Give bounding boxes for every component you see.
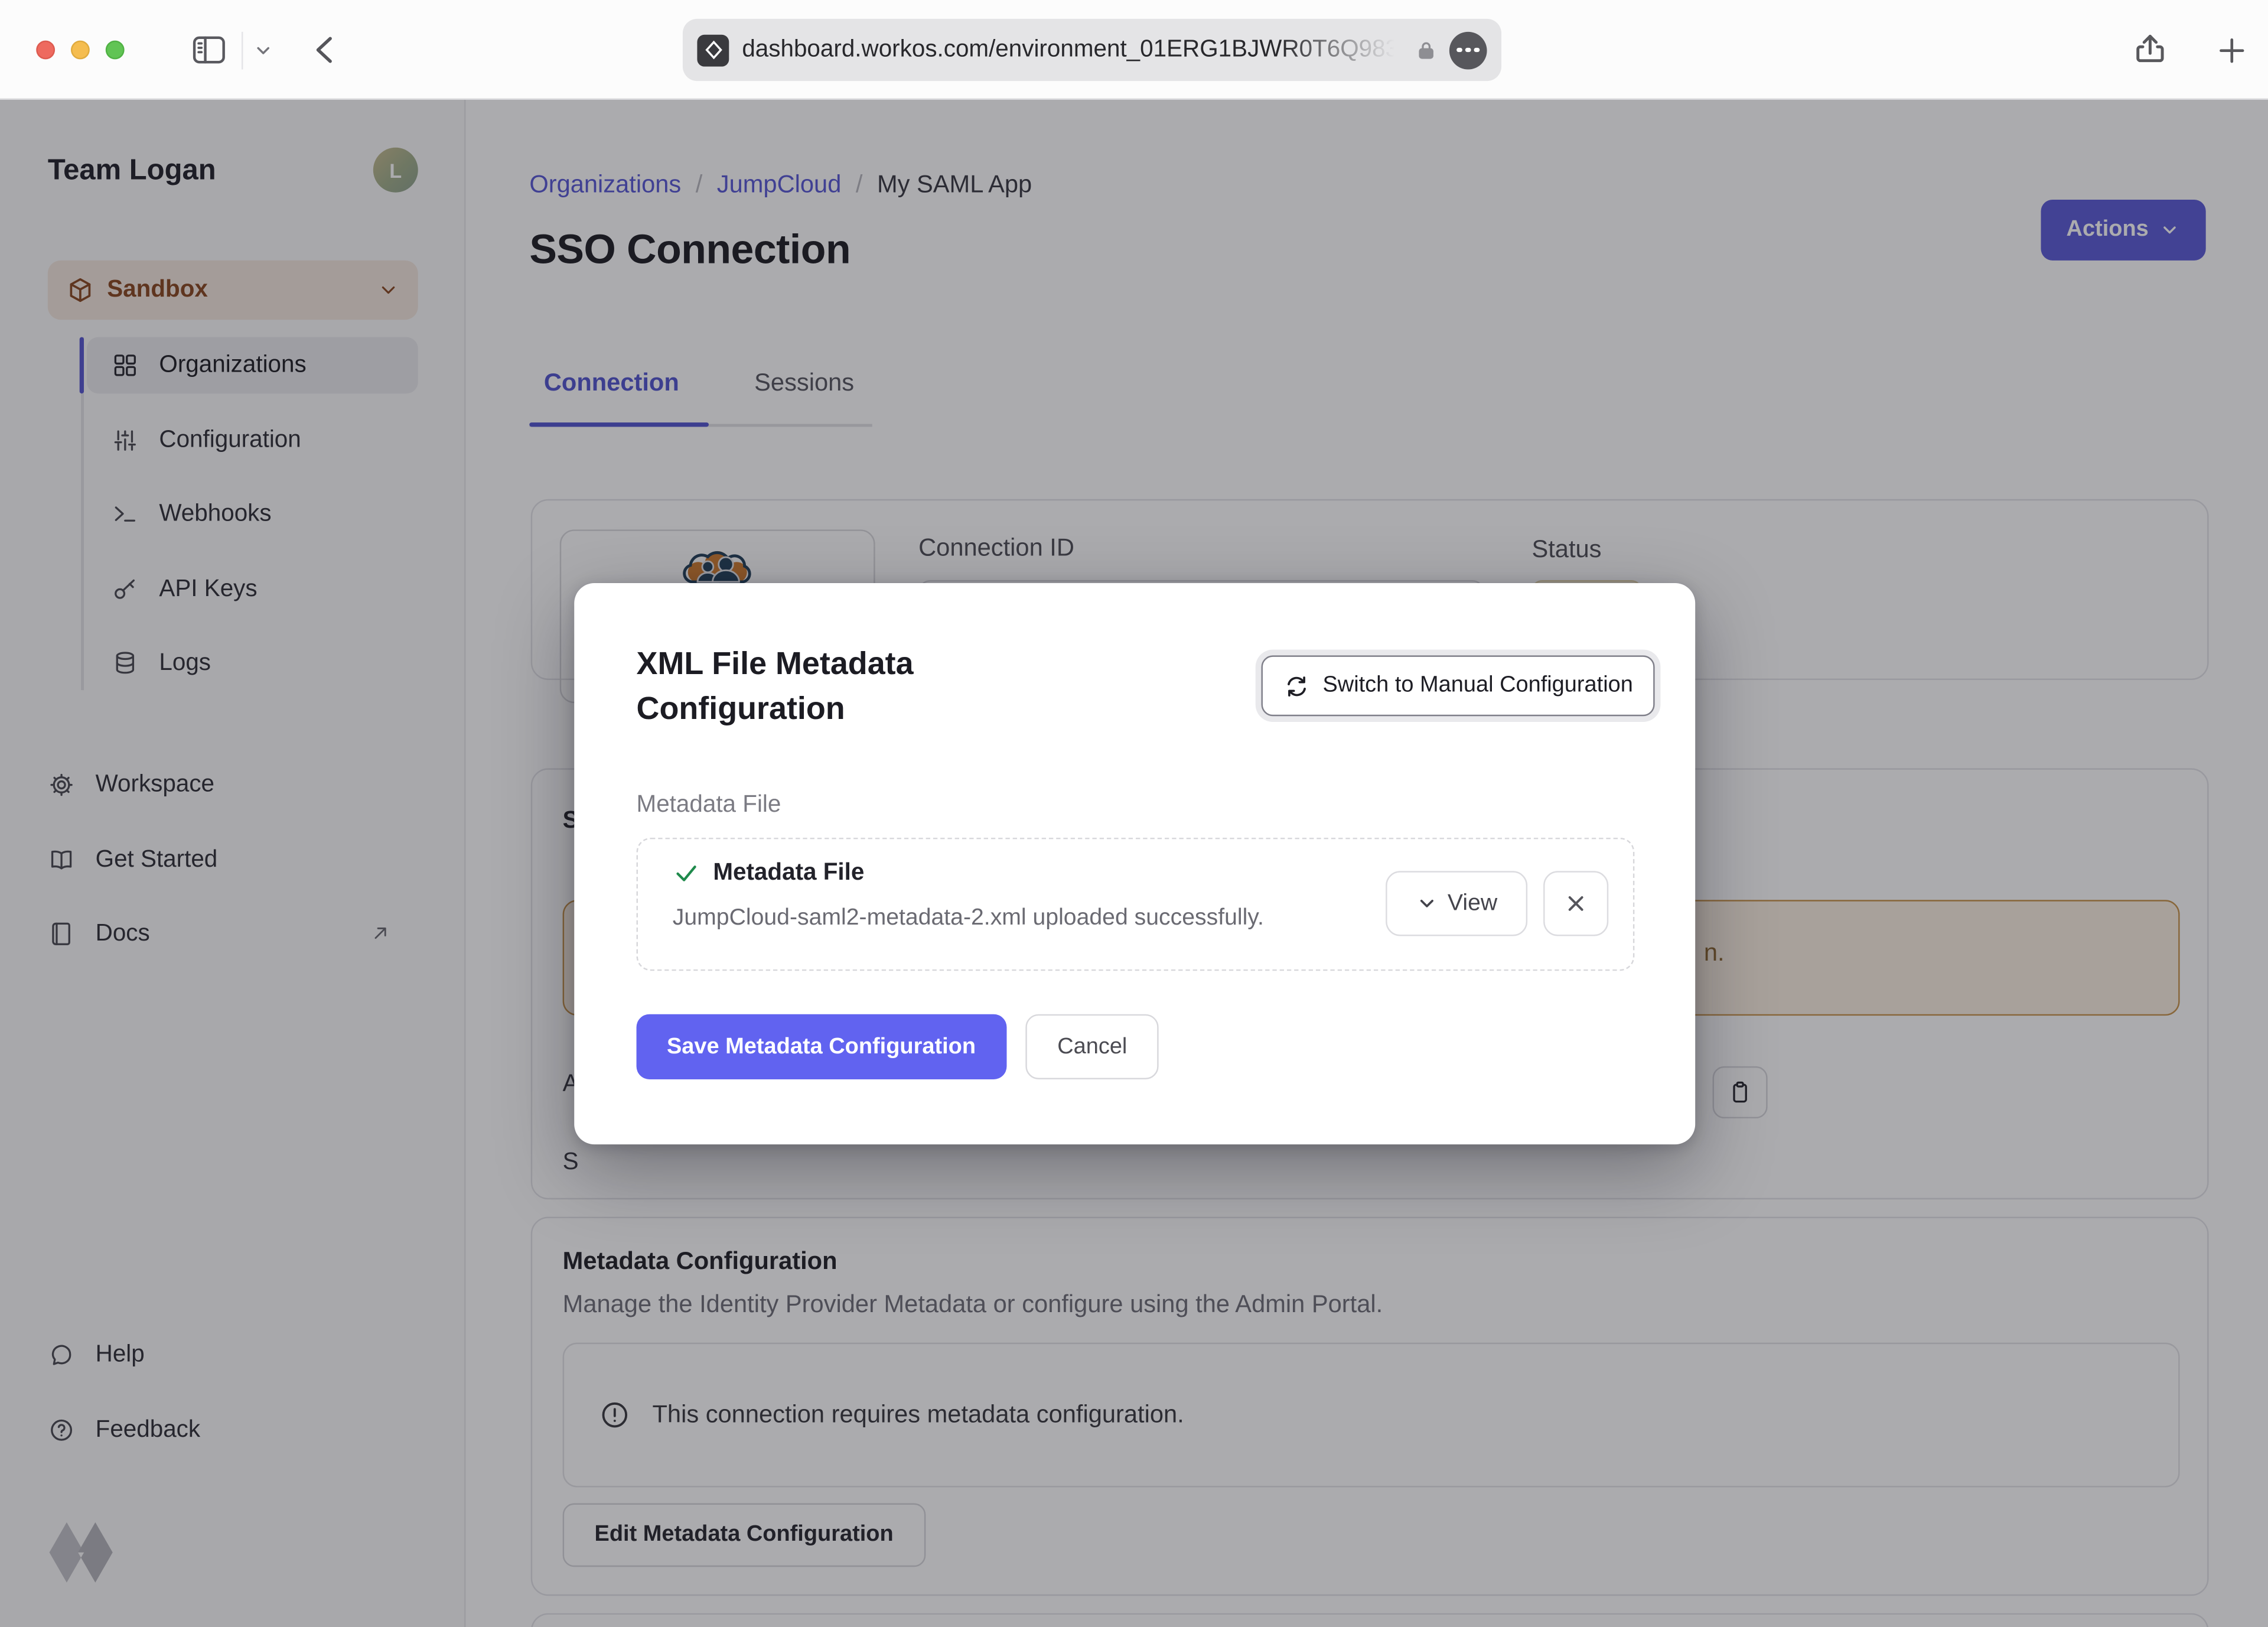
url-text: dashboard.workos.com/environment_01ERG1B… [742, 36, 1415, 64]
page-menu-icon[interactable] [1449, 31, 1487, 69]
check-icon [673, 860, 700, 887]
file-status-title: Metadata File [713, 860, 864, 887]
close-window-button[interactable] [36, 41, 55, 60]
dialog-title: XML File Metadata Configuration [637, 641, 998, 731]
back-icon[interactable] [307, 30, 346, 69]
save-metadata-configuration-button[interactable]: Save Metadata Configuration [637, 1014, 1006, 1079]
switch-sync-icon [1283, 672, 1311, 700]
toolbar-divider [242, 32, 243, 70]
share-icon[interactable] [2130, 29, 2169, 68]
view-file-button[interactable]: View [1386, 871, 1527, 936]
workos-dashboard: Team Logan L Sandbox [0, 0, 2268, 1627]
xml-metadata-dialog: XML File Metadata Configuration Switch t… [574, 583, 1695, 1144]
uploaded-file-box: Metadata File JumpCloud-saml2-metadata-2… [637, 838, 1635, 971]
lock-icon [1415, 38, 1438, 61]
address-bar[interactable]: dashboard.workos.com/environment_01ERG1B… [683, 19, 1501, 81]
metadata-file-label: Metadata File [637, 792, 781, 819]
remove-file-button[interactable] [1543, 871, 1608, 936]
site-favicon [697, 34, 729, 66]
zoom-window-button[interactable] [106, 41, 125, 60]
sidebar-toggle-icon[interactable] [190, 30, 229, 69]
file-status-row: Metadata File [673, 860, 865, 887]
chevron-down-icon[interactable] [253, 41, 273, 61]
switch-to-manual-configuration-button[interactable]: Switch to Manual Configuration [1262, 655, 1655, 716]
browser-chrome: dashboard.workos.com/environment_01ERG1B… [0, 0, 2268, 100]
minimize-window-button[interactable] [71, 41, 90, 60]
file-status-detail: JumpCloud-saml2-metadata-2.xml uploaded … [673, 906, 1264, 932]
new-tab-icon[interactable] [2214, 33, 2249, 68]
switch-button-label: Switch to Manual Configuration [1322, 673, 1632, 699]
cancel-button[interactable]: Cancel [1025, 1014, 1159, 1079]
close-icon [1563, 891, 1588, 916]
view-button-label: View [1448, 890, 1497, 916]
